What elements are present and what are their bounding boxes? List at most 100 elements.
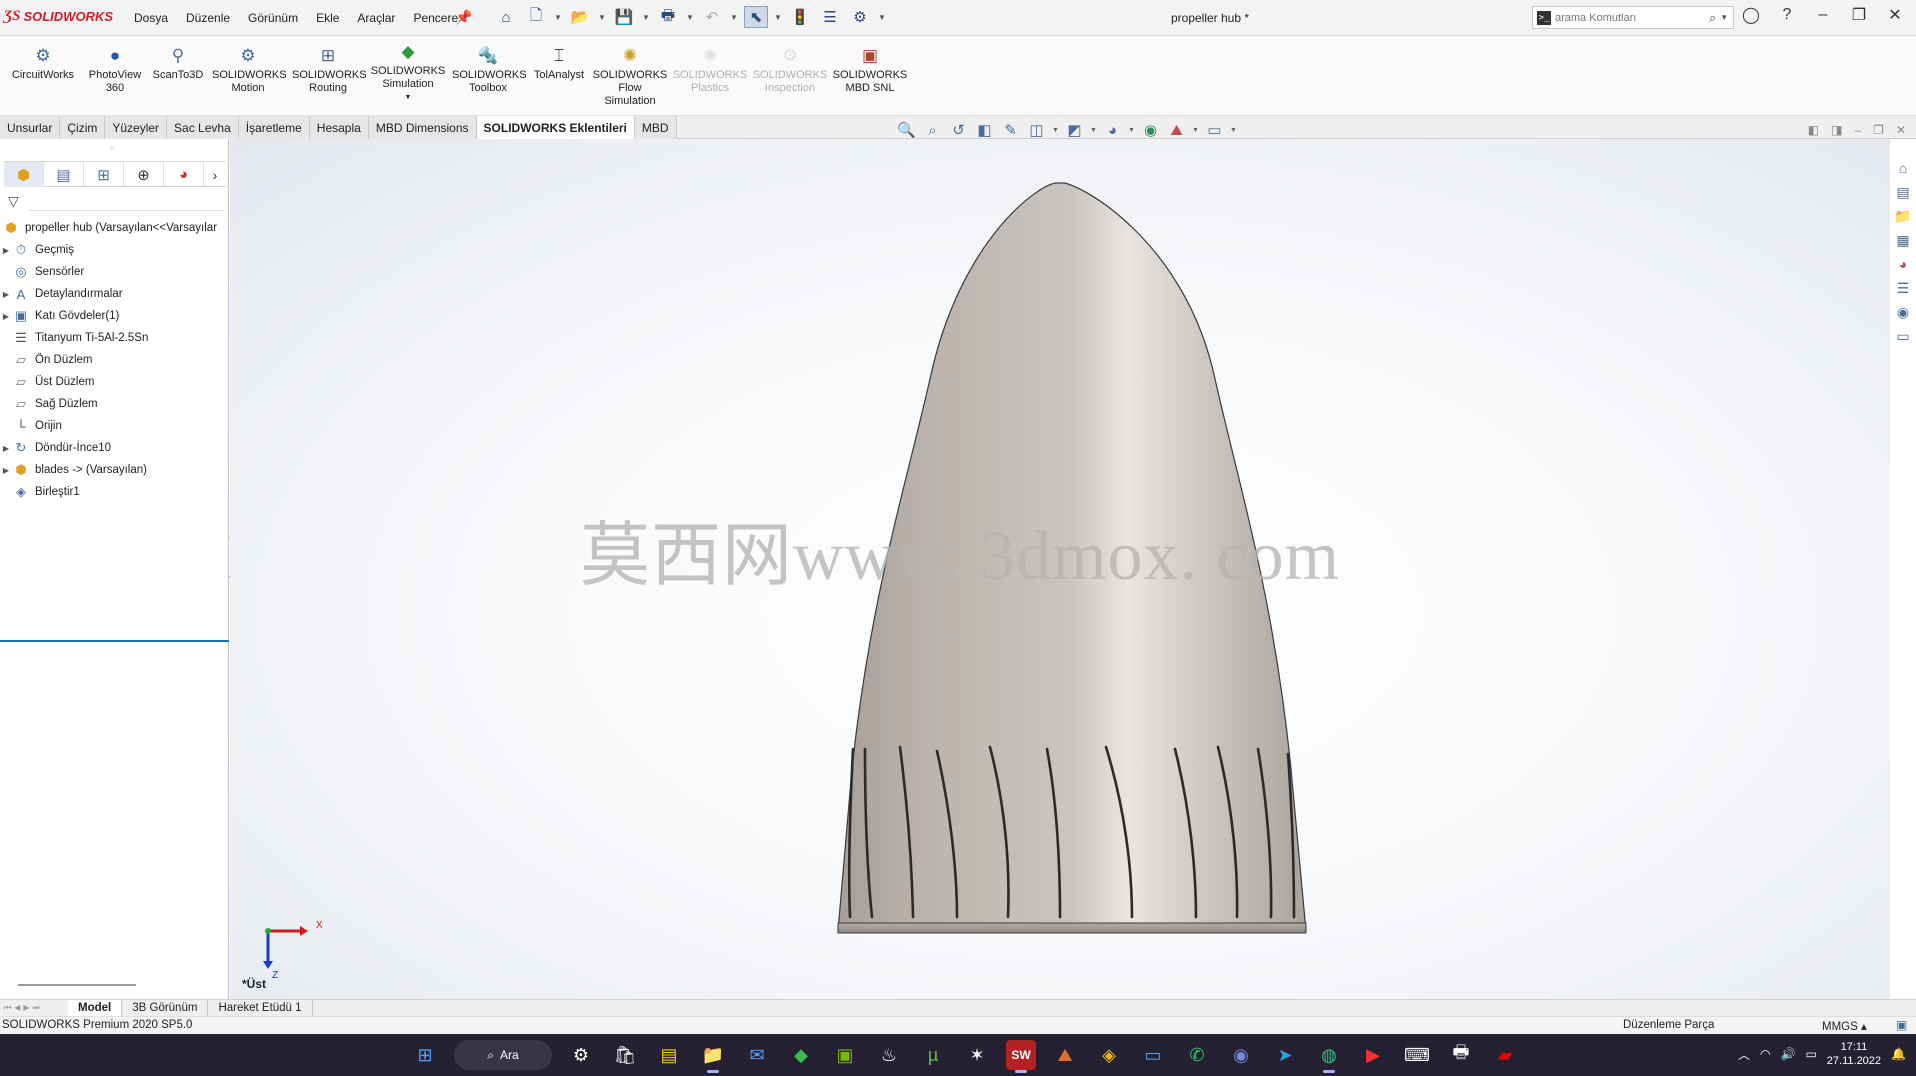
tree-item-origin[interactable]: └ Orijin xyxy=(0,415,229,437)
zoom-to-area-icon[interactable]: ⌕ xyxy=(922,122,943,139)
viewport-minimize-icon[interactable]: – xyxy=(1854,123,1861,137)
inspection-button[interactable]: ⚙ SOLIDWORKS Inspection xyxy=(752,44,828,95)
file-properties-icon[interactable]: ☰ xyxy=(818,6,842,28)
store-app-icon[interactable]: 🛍 xyxy=(610,1040,640,1070)
open-dropdown-icon[interactable]: ▼ xyxy=(598,13,606,22)
solidworks-resources-icon[interactable]: ⌂ xyxy=(1893,160,1913,179)
mbd-snl-button[interactable]: ▣ SOLIDWORKS MBD SNL xyxy=(832,44,908,95)
help-icon[interactable]: ? xyxy=(1776,6,1798,24)
file-explorer-icon[interactable]: 📁 xyxy=(1893,208,1913,227)
simulation-button[interactable]: ◆ SOLIDWORKS Simulation ▼ xyxy=(370,40,446,104)
clock[interactable]: 17:11 27.11.2022 xyxy=(1827,1040,1881,1068)
panel-grip-icon[interactable]: ○ xyxy=(110,143,115,152)
tab-evaluate[interactable]: Hesapla xyxy=(309,116,369,139)
printer-app-icon[interactable]: 🖶 xyxy=(1446,1040,1476,1070)
tab-mbd-dimensions[interactable]: MBD Dimensions xyxy=(368,116,477,139)
search-dropdown-icon[interactable]: ▼ xyxy=(1720,13,1728,22)
menu-window[interactable]: Pencere xyxy=(413,11,458,25)
search-input[interactable] xyxy=(1555,11,1705,24)
command-search-box[interactable]: >_ ⌕ ▼ xyxy=(1532,6,1734,29)
viewport-tile-right-icon[interactable]: ◨ xyxy=(1831,123,1842,137)
save-icon[interactable]: 💾 xyxy=(612,6,636,28)
new-dropdown-icon[interactable]: ▼ xyxy=(554,13,562,22)
prev-tab-icon[interactable]: ◀ xyxy=(14,1003,20,1013)
f1-app-icon[interactable]: ▰ xyxy=(1490,1040,1520,1070)
tree-item-solid-bodies[interactable]: ▶ ▣ Katı Gövdeler(1) xyxy=(0,305,229,327)
save-dropdown-icon[interactable]: ▼ xyxy=(642,13,650,22)
view-settings-dropdown-icon[interactable]: ▼ xyxy=(1230,127,1237,134)
hide-show-dropdown-icon[interactable]: ▼ xyxy=(1128,127,1135,134)
tree-item-history[interactable]: ▶ ⏱ Geçmiş xyxy=(0,239,229,261)
tab-markup[interactable]: İşaretleme xyxy=(238,116,310,139)
scanto3d-button[interactable]: ⚲ ScanTo3D xyxy=(150,44,206,82)
filter-icon[interactable]: ▽ xyxy=(8,193,19,210)
dimxpertmanager-tab-icon[interactable]: ⊕ xyxy=(124,162,164,187)
tree-root-part[interactable]: ⬢ propeller hub (Varsayılan<<Varsayılar xyxy=(0,217,229,239)
telegram-app-icon[interactable]: ➤ xyxy=(1270,1040,1300,1070)
open-icon[interactable]: 📂 xyxy=(568,6,592,28)
notification-bell-icon[interactable]: 🔔 xyxy=(1891,1047,1906,1061)
home-icon[interactable]: ⌂ xyxy=(494,6,518,28)
expand-arrow-icon[interactable]: ▶ xyxy=(0,466,12,475)
keyboard-app-icon[interactable]: ⌨ xyxy=(1402,1040,1432,1070)
tree-item-right-plane[interactable]: ▱ Sağ Düzlem xyxy=(0,393,229,415)
show-hidden-icons-icon[interactable]: ︿ xyxy=(1738,1046,1750,1063)
options-gear-icon[interactable]: ⚙ xyxy=(848,6,872,28)
photoview-button[interactable]: ● PhotoView 360 xyxy=(84,44,146,95)
tree-item-blades[interactable]: ▶ ⬢ blades -> (Varsayılan) xyxy=(0,459,229,481)
battery-icon[interactable]: ▭ xyxy=(1805,1047,1816,1061)
tree-item-front-plane[interactable]: ▱ Ön Düzlem xyxy=(0,349,229,371)
expand-arrow-icon[interactable]: ▶ xyxy=(0,246,12,255)
binance-app-icon[interactable]: ◈ xyxy=(1094,1040,1124,1070)
tab-features[interactable]: Unsurlar xyxy=(0,116,61,139)
options-dropdown-icon[interactable]: ▼ xyxy=(878,13,886,22)
sticky-notes-app-icon[interactable]: ▤ xyxy=(654,1040,684,1070)
flow-simulation-button[interactable]: ✺ SOLIDWORKS Flow Simulation xyxy=(592,44,668,108)
rollback-bar[interactable] xyxy=(0,640,229,642)
tree-item-combine[interactable]: ◈ Birleştir1 xyxy=(0,481,229,503)
tab-3d-views[interactable]: 3B Görünüm xyxy=(122,1000,209,1016)
discord-app-icon[interactable]: ◉ xyxy=(1226,1040,1256,1070)
graphics-area[interactable]: 莫西网www. 3dmox. com X Z *Üst xyxy=(230,139,1890,999)
tab-model[interactable]: Model xyxy=(68,1000,123,1016)
user-account-icon[interactable]: ◯ xyxy=(1740,5,1762,25)
section-view-icon[interactable]: ◧ xyxy=(974,121,995,139)
menu-tools[interactable]: Araçlar xyxy=(357,11,395,25)
tab-mbd[interactable]: MBD xyxy=(634,116,677,139)
horizontal-scrollbar[interactable] xyxy=(18,984,136,986)
print-icon[interactable]: 🖶 xyxy=(656,6,680,28)
configurationmanager-tab-icon[interactable]: ⊞ xyxy=(84,162,124,187)
edit-appearance-icon[interactable]: ◉ xyxy=(1140,121,1161,139)
volume-icon[interactable]: 🔊 xyxy=(1781,1047,1796,1061)
torch-app-icon[interactable]: ✶ xyxy=(962,1040,992,1070)
tab-motion-study[interactable]: Hareket Etüdü 1 xyxy=(208,1000,313,1016)
simulation-dropdown-icon[interactable]: ▼ xyxy=(370,91,446,104)
propertymanager-tab-icon[interactable]: ▤ xyxy=(44,162,84,187)
dynamic-annotation-icon[interactable]: ✎ xyxy=(1000,121,1021,139)
minimize-icon[interactable]: – xyxy=(1812,6,1834,24)
hide-show-items-icon[interactable]: ◕ xyxy=(1102,122,1123,139)
menu-view[interactable]: Görünüm xyxy=(248,11,298,25)
display-style-dropdown-icon[interactable]: ▼ xyxy=(1090,127,1097,134)
utorrent-app-icon[interactable]: µ xyxy=(918,1040,948,1070)
routing-button[interactable]: ⊞ SOLIDWORKS Routing xyxy=(292,44,367,95)
taskbar-search-button[interactable]: ⌕ Ara xyxy=(454,1040,552,1070)
design-library-icon[interactable]: ▤ xyxy=(1893,184,1913,203)
featuremanager-tab-icon[interactable]: ⬢ xyxy=(4,162,44,187)
restore-icon[interactable]: ❐ xyxy=(1848,5,1870,25)
undo-dropdown-icon[interactable]: ▼ xyxy=(730,13,738,22)
mail-app-icon[interactable]: ✉ xyxy=(742,1040,772,1070)
tab-sketch[interactable]: Çizim xyxy=(60,116,106,139)
circuitworks-button[interactable]: ⚙ CircuitWorks xyxy=(8,44,78,82)
matlab-app-icon[interactable]: ⛰ xyxy=(1050,1040,1080,1070)
tree-item-material[interactable]: ☰ Titanyum Ti-5Al-2.5Sn xyxy=(0,327,229,349)
filter-input[interactable] xyxy=(28,195,224,211)
game-app-icon[interactable]: ◆ xyxy=(786,1040,816,1070)
settings-app-icon[interactable]: ⚙ xyxy=(566,1040,596,1070)
notes-icon[interactable]: ▭ xyxy=(1893,328,1913,347)
solidworks-forum-icon[interactable]: ◉ xyxy=(1893,304,1913,323)
viewport-restore-icon[interactable]: ❐ xyxy=(1873,123,1884,137)
tree-item-annotations[interactable]: ▶ A Detaylandırmalar xyxy=(0,283,229,305)
undo-icon[interactable]: ↶ xyxy=(700,6,724,28)
windows-start-icon[interactable]: ⊞ xyxy=(410,1040,440,1070)
